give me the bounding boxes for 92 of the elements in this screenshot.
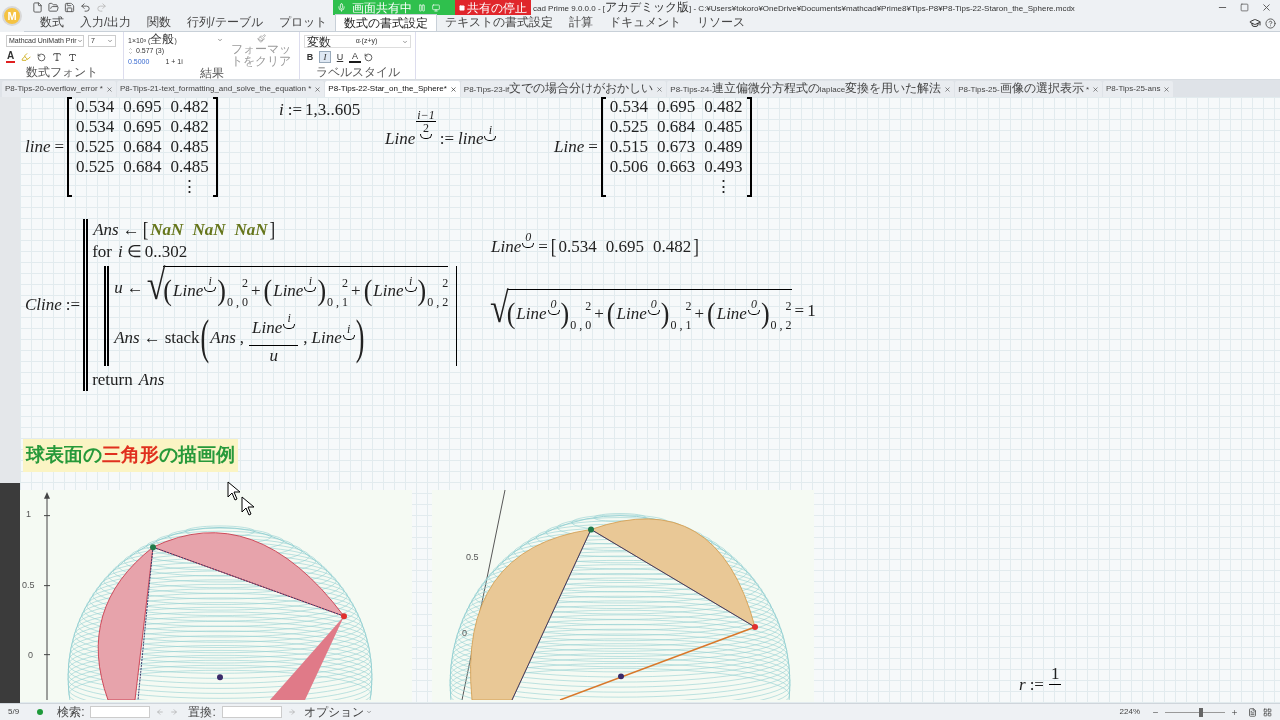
caret-icon [107,38,113,44]
document-tab[interactable]: P8-Tips-23-if文での場合分けがおかしい [460,81,667,97]
ribbon-tab[interactable]: ドキュメント [600,14,689,31]
document-tab[interactable]: P8-Tips-24-連立偏微分方程式のlaplace変換を用いた解法 [667,81,955,97]
close-icon[interactable] [105,85,113,93]
style-button[interactable]: I [319,51,331,63]
new-icon[interactable] [32,2,43,13]
reset-icon[interactable] [364,52,373,62]
help-icon[interactable] [1265,17,1276,29]
redo-icon[interactable] [96,2,107,13]
math-expression: Line = 0.534 0.695 0.482 0.525 0.684 0.485 0.515 0.673 0.489 0.506 0.663 0.493 ⋮ [553,97,752,197]
point-marker [341,613,347,620]
spin-up-icon[interactable] [128,47,133,51]
stop-sharing-button[interactable]: 共有の停止 [455,0,531,15]
close-icon[interactable] [449,85,457,93]
page-view-icon[interactable] [1248,707,1257,717]
replace-label: 置換: [188,705,216,719]
point-marker [217,674,223,681]
ribbon-tab[interactable]: 計算 [560,14,601,31]
style-button[interactable]: A [349,51,361,63]
sharing-status: 画面共有中 [352,0,412,15]
axis-tick-label: 1 [26,509,31,519]
point-marker [752,624,758,630]
group-label: 結果 [199,67,224,79]
ribbon-tab[interactable]: プロット [270,14,335,31]
close-icon[interactable] [314,85,322,93]
reset-icon[interactable] [37,52,47,62]
page-indicator: 5/9 [8,706,20,718]
caret-icon [365,709,372,715]
brush-icon [256,34,266,43]
group-label: ラベルスタイル [315,66,400,78]
learning-icon[interactable] [1249,17,1261,29]
ribbon-tab[interactable]: テキストの書式設定 [436,14,561,31]
ribbon-tab[interactable]: 数式 [32,14,72,31]
highlight-icon[interactable] [21,52,32,62]
stop-icon [459,4,465,11]
ribbon-tab[interactable]: 数式の書式設定 [334,14,437,31]
maximize-icon[interactable] [1240,3,1249,12]
monitor-icon[interactable] [432,3,440,12]
close-icon[interactable] [1163,85,1171,93]
ribbon-tab[interactable]: 行列/テーブル [179,14,271,31]
document-tab[interactable]: P8-Tips-20-overflow_error * [2,81,116,97]
ribbon-tab[interactable]: 関数 [139,14,180,31]
document-tab[interactable]: P8-Tips-25-ans [1103,81,1174,97]
math-expression: Line i−1 2 := line i [384,105,498,173]
style-button[interactable]: U [334,51,346,63]
math-expression: line = 0.534 0.695 0.482 0.534 0.695 0.482 0.525 0.684 0.485 0.525 0.684 0.485 ⋮ [24,97,218,197]
close-icon[interactable] [1261,2,1272,13]
close-icon[interactable] [944,85,952,93]
section-heading: 球表面の三角形の描画例 [23,439,238,472]
ribbon-tab[interactable]: 入力/出力 [72,14,140,31]
slider-thumb[interactable] [1199,707,1203,717]
point-marker [618,673,624,680]
point-marker [150,544,156,551]
caret-icon [217,36,224,43]
axis-tick-label: 0 [462,628,467,638]
zoom-level: 224% [1119,706,1140,718]
folder-icon[interactable] [48,2,59,13]
window-title: cad Prime 9.0.0.0 - [アカデミック版] - C:¥Users¥tokoro¥OneDrive¥Documents¥mathcad¥Prime8¥Tips-P8¥P8-Tips-22-Staron_the_Sphere.mcdx [533,0,1075,15]
undo-icon[interactable] [80,2,91,13]
document-tab[interactable]: P8-Tips-22-Star_on_the_Sphere* [325,81,460,97]
caret-icon [402,38,408,45]
options-button[interactable]: オプション [303,705,372,719]
document-tab[interactable]: P8-Tips-21-text_formatting_and_solve_the_equation * [116,81,325,97]
group-label: 数式フォント [25,66,98,78]
axis-tick-label: 0 [28,650,33,660]
save-icon[interactable] [64,2,75,13]
status-icon [37,709,44,715]
find-field[interactable] [90,706,151,718]
caret-icon [76,38,83,44]
font-color-button[interactable]: A [6,51,16,63]
axis-tick-label: 0.5 [466,552,479,562]
spin-down-icon[interactable] [128,51,133,55]
close-icon[interactable] [1092,85,1099,93]
zoom-in-icon[interactable] [1231,708,1238,716]
style-button[interactable]: B [304,51,316,63]
text-size-icon[interactable] [52,52,63,62]
draft-view-icon[interactable] [1263,707,1272,717]
microphone-icon[interactable] [337,3,346,12]
math-expression: i := 1,3..605 [278,99,361,121]
axis-tick-label: 0.5 [22,580,35,590]
text-size-icon[interactable] [68,52,78,62]
find-label: 検索: [57,705,85,719]
close-icon[interactable] [656,85,664,93]
pause-icon[interactable] [418,3,426,12]
math-expression: r := 1 [1018,664,1063,696]
cursor-icon [241,496,255,516]
point-marker [588,526,594,533]
replace-field[interactable] [221,706,282,718]
math-expression: Line 0 =[0.534 0.695 0.482] [490,229,699,260]
ribbon-tab[interactable]: リソース [688,14,753,31]
document-tab[interactable]: P8-Tips-25-画像の選択表示 * [955,81,1102,97]
